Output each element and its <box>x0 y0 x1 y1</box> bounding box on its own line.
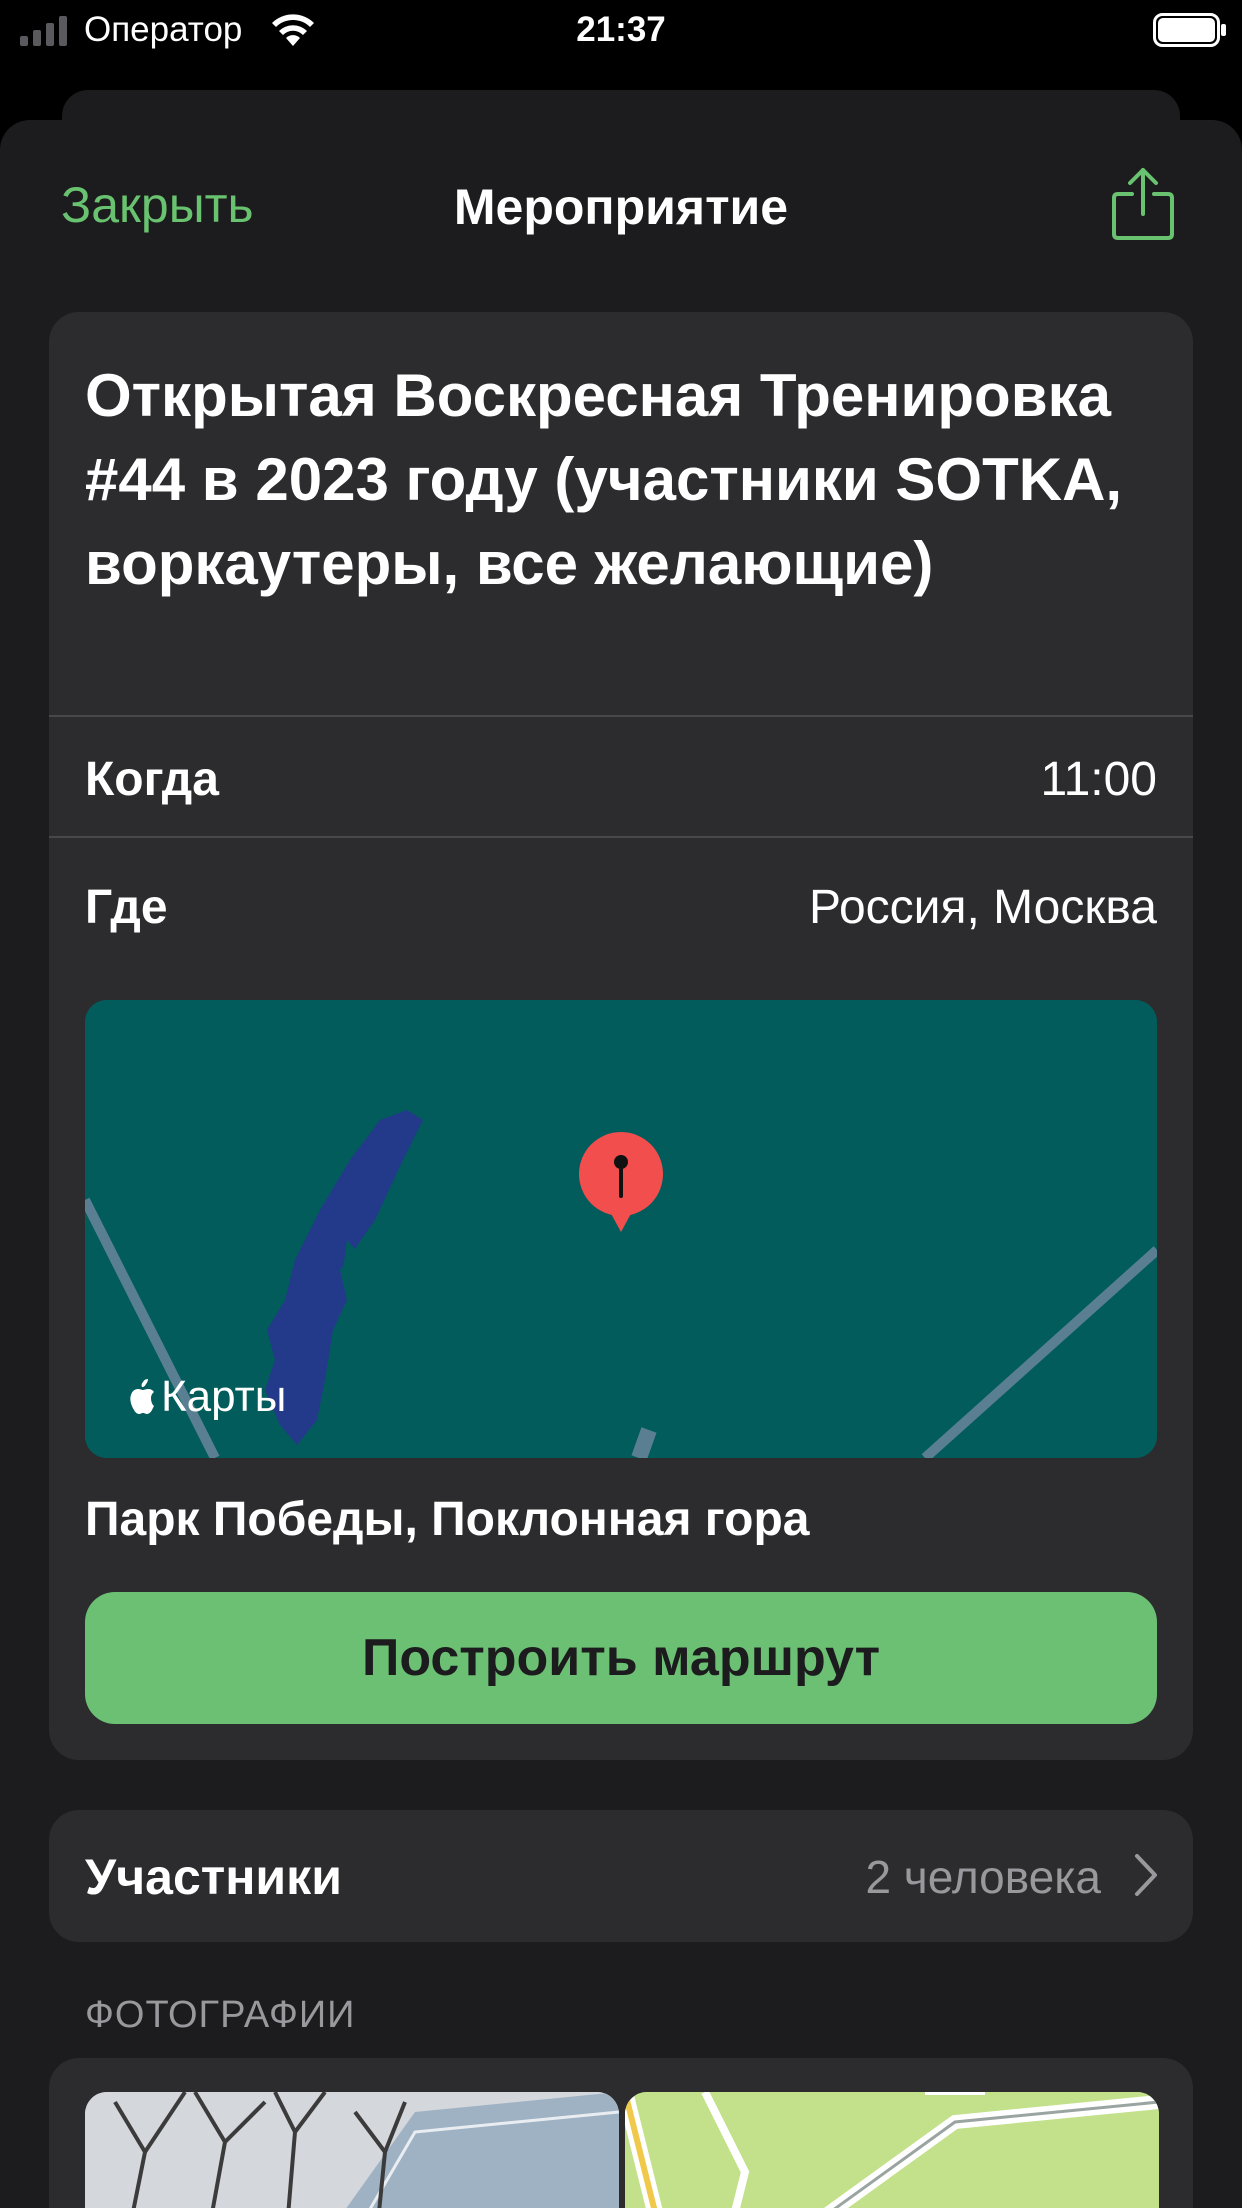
status-time: 21:37 <box>576 10 666 49</box>
participants-label: Участники <box>85 1849 342 1905</box>
place-name: Парк Победы, Поклонная гора <box>85 1493 810 1546</box>
divider <box>49 836 1193 838</box>
chevron-right-icon <box>1135 1854 1157 1896</box>
apple-icon <box>130 1379 154 1414</box>
maps-logo-text: Карты <box>161 1372 287 1421</box>
photos-section-title: ФОТОГРАФИИ <box>85 1994 356 2036</box>
participants-count: 2 человека <box>865 1851 1101 1903</box>
build-route-button[interactable]: Построить маршрут <box>85 1592 1157 1724</box>
divider <box>49 715 1193 717</box>
share-button[interactable] <box>1110 166 1176 242</box>
where-value: Россия, Москва <box>809 881 1157 934</box>
apple-maps-logo: Карты <box>127 1372 286 1422</box>
location-map[interactable]: Карты <box>85 1000 1157 1458</box>
when-label: Когда <box>85 753 219 806</box>
photo-thumbnail[interactable] <box>625 2092 1159 2208</box>
where-label: Где <box>85 881 168 934</box>
photos-card <box>49 2058 1193 2208</box>
page-title: Мероприятие <box>453 179 789 235</box>
status-bar: Оператор 21:37 <box>0 0 1242 62</box>
event-card: Открытая Воскресная Тренировка #44 в 202… <box>49 312 1193 1760</box>
share-icon <box>1112 168 1174 240</box>
battery-icon <box>1153 13 1226 47</box>
when-value: 11:00 <box>1040 753 1157 806</box>
participants-row[interactable]: Участники 2 человека <box>49 1810 1193 1942</box>
photo-thumbnail[interactable] <box>85 2092 619 2208</box>
event-title: Открытая Воскресная Тренировка #44 в 202… <box>85 362 1123 597</box>
